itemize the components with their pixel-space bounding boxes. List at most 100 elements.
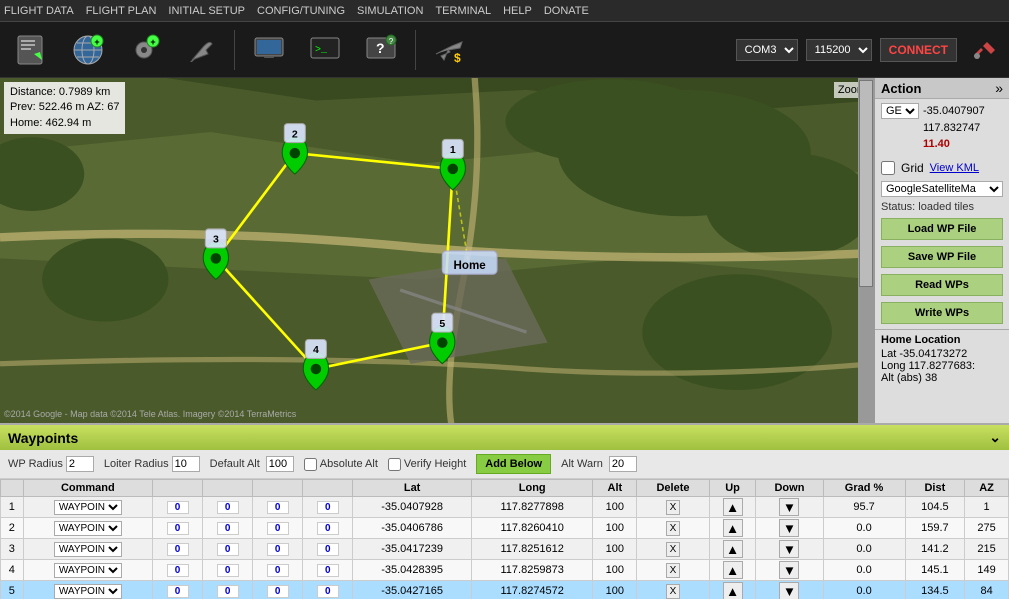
config-tuning-icon-btn[interactable] <box>176 26 224 74</box>
row-command[interactable]: WAYPOINT <box>23 518 152 539</box>
row-p1[interactable] <box>153 560 203 581</box>
row-delete[interactable]: X <box>637 539 710 560</box>
down-button[interactable]: ▼ <box>779 582 799 599</box>
command-select[interactable]: WAYPOINT <box>54 542 122 557</box>
menu-initial-setup[interactable]: INITIAL SETUP <box>168 5 245 17</box>
grid-checkbox[interactable] <box>881 161 895 175</box>
delete-button[interactable]: X <box>666 500 681 515</box>
row-down[interactable]: ▼ <box>756 518 823 539</box>
down-button[interactable]: ▼ <box>779 561 799 579</box>
row-p3[interactable] <box>253 518 303 539</box>
row-up[interactable]: ▲ <box>709 560 756 581</box>
write-wps-button[interactable]: Write WPs <box>881 302 1003 324</box>
row-p3[interactable] <box>253 560 303 581</box>
row-p1[interactable] <box>153 581 203 599</box>
delete-button[interactable]: X <box>666 521 681 536</box>
delete-button[interactable]: X <box>666 563 681 578</box>
down-button[interactable]: ▼ <box>779 540 799 558</box>
up-button[interactable]: ▲ <box>723 519 743 537</box>
row-up[interactable]: ▲ <box>709 518 756 539</box>
baud-rate-select[interactable]: 115200 <box>806 39 872 61</box>
read-wps-button[interactable]: Read WPs <box>881 274 1003 296</box>
row-down[interactable]: ▼ <box>756 560 823 581</box>
default-alt-input[interactable] <box>266 456 294 472</box>
verify-height-checkbox[interactable] <box>388 458 401 471</box>
row-p4[interactable] <box>303 581 353 599</box>
up-button[interactable]: ▲ <box>723 540 743 558</box>
row-up[interactable]: ▲ <box>709 581 756 599</box>
row-p1[interactable] <box>153 539 203 560</box>
geo-type-select[interactable]: GEO <box>881 103 919 119</box>
row-p2[interactable] <box>203 560 253 581</box>
wp-radius-input[interactable] <box>66 456 94 472</box>
up-button[interactable]: ▲ <box>723 582 743 599</box>
add-below-button[interactable]: Add Below <box>476 454 551 474</box>
down-button[interactable]: ▼ <box>779 519 799 537</box>
menu-donate[interactable]: DONATE <box>544 5 589 17</box>
absolute-alt-checkbox[interactable] <box>304 458 317 471</box>
zoom-thumb[interactable] <box>859 80 873 287</box>
menu-flight-plan[interactable]: FLIGHT PLAN <box>86 5 157 17</box>
row-p4[interactable] <box>303 539 353 560</box>
row-command[interactable]: WAYPOINT <box>23 560 152 581</box>
delete-button[interactable]: X <box>666 584 681 599</box>
command-select[interactable]: WAYPOINT <box>54 563 122 578</box>
row-down[interactable]: ▼ <box>756 539 823 560</box>
initial-setup-icon-btn[interactable]: + <box>120 26 168 74</box>
terminal-icon-btn[interactable]: >_ <box>301 26 349 74</box>
help-icon-btn[interactable]: ? ? <box>357 26 405 74</box>
row-p2[interactable] <box>203 497 253 518</box>
down-button[interactable]: ▼ <box>779 498 799 516</box>
row-delete[interactable]: X <box>637 518 710 539</box>
row-p1[interactable] <box>153 497 203 518</box>
view-kml-link[interactable]: View KML <box>930 162 979 174</box>
row-p4[interactable] <box>303 560 353 581</box>
row-p4[interactable] <box>303 497 353 518</box>
map-container[interactable]: Home 1 2 3 <box>0 78 874 423</box>
waypoints-collapse-icon[interactable]: ⌄ <box>989 429 1001 446</box>
alt-warn-input[interactable] <box>609 456 637 472</box>
row-delete[interactable]: X <box>637 581 710 599</box>
flight-plan-icon-btn[interactable]: + <box>64 26 112 74</box>
row-p3[interactable] <box>253 539 303 560</box>
com-port-select[interactable]: COM3 <box>736 39 798 61</box>
up-button[interactable]: ▲ <box>723 498 743 516</box>
row-p3[interactable] <box>253 581 303 599</box>
delete-button[interactable]: X <box>666 542 681 557</box>
row-up[interactable]: ▲ <box>709 497 756 518</box>
save-wp-file-button[interactable]: Save WP File <box>881 246 1003 268</box>
command-select[interactable]: WAYPOINT <box>54 521 122 536</box>
row-delete[interactable]: X <box>637 560 710 581</box>
row-p2[interactable] <box>203 518 253 539</box>
row-up[interactable]: ▲ <box>709 539 756 560</box>
menu-config-tuning[interactable]: CONFIG/TUNING <box>257 5 345 17</box>
row-down[interactable]: ▼ <box>756 581 823 599</box>
action-expand-icon[interactable]: » <box>995 80 1003 96</box>
row-p2[interactable] <box>203 539 253 560</box>
flight-data-icon-btn[interactable] <box>8 26 56 74</box>
connect-button[interactable]: CONNECT <box>880 38 957 62</box>
row-delete[interactable]: X <box>637 497 710 518</box>
load-wp-file-button[interactable]: Load WP File <box>881 218 1003 240</box>
row-p4[interactable] <box>303 518 353 539</box>
menu-terminal[interactable]: TERMINAL <box>435 5 491 17</box>
row-command[interactable]: WAYPOINT <box>23 539 152 560</box>
donate-icon-btn[interactable]: $ <box>426 26 474 74</box>
command-select[interactable]: WAYPOINT <box>54 584 122 599</box>
up-button[interactable]: ▲ <box>723 561 743 579</box>
wrench-icon <box>182 32 218 68</box>
row-down[interactable]: ▼ <box>756 497 823 518</box>
row-command[interactable]: WAYPOINT <box>23 497 152 518</box>
loiter-radius-input[interactable] <box>172 456 200 472</box>
menu-help[interactable]: HELP <box>503 5 532 17</box>
row-command[interactable]: WAYPOINT <box>23 581 152 599</box>
row-p2[interactable] <box>203 581 253 599</box>
simulation-icon-btn[interactable] <box>245 26 293 74</box>
menu-simulation[interactable]: SIMULATION <box>357 5 423 17</box>
row-p3[interactable] <box>253 497 303 518</box>
command-select[interactable]: WAYPOINT <box>54 500 122 515</box>
map-type-select[interactable]: GoogleSatelliteMa <box>881 181 1003 197</box>
menu-flight-data[interactable]: FLIGHT DATA <box>4 5 74 17</box>
row-p1[interactable] <box>153 518 203 539</box>
map-zoom-scrollbar[interactable] <box>858 78 874 423</box>
